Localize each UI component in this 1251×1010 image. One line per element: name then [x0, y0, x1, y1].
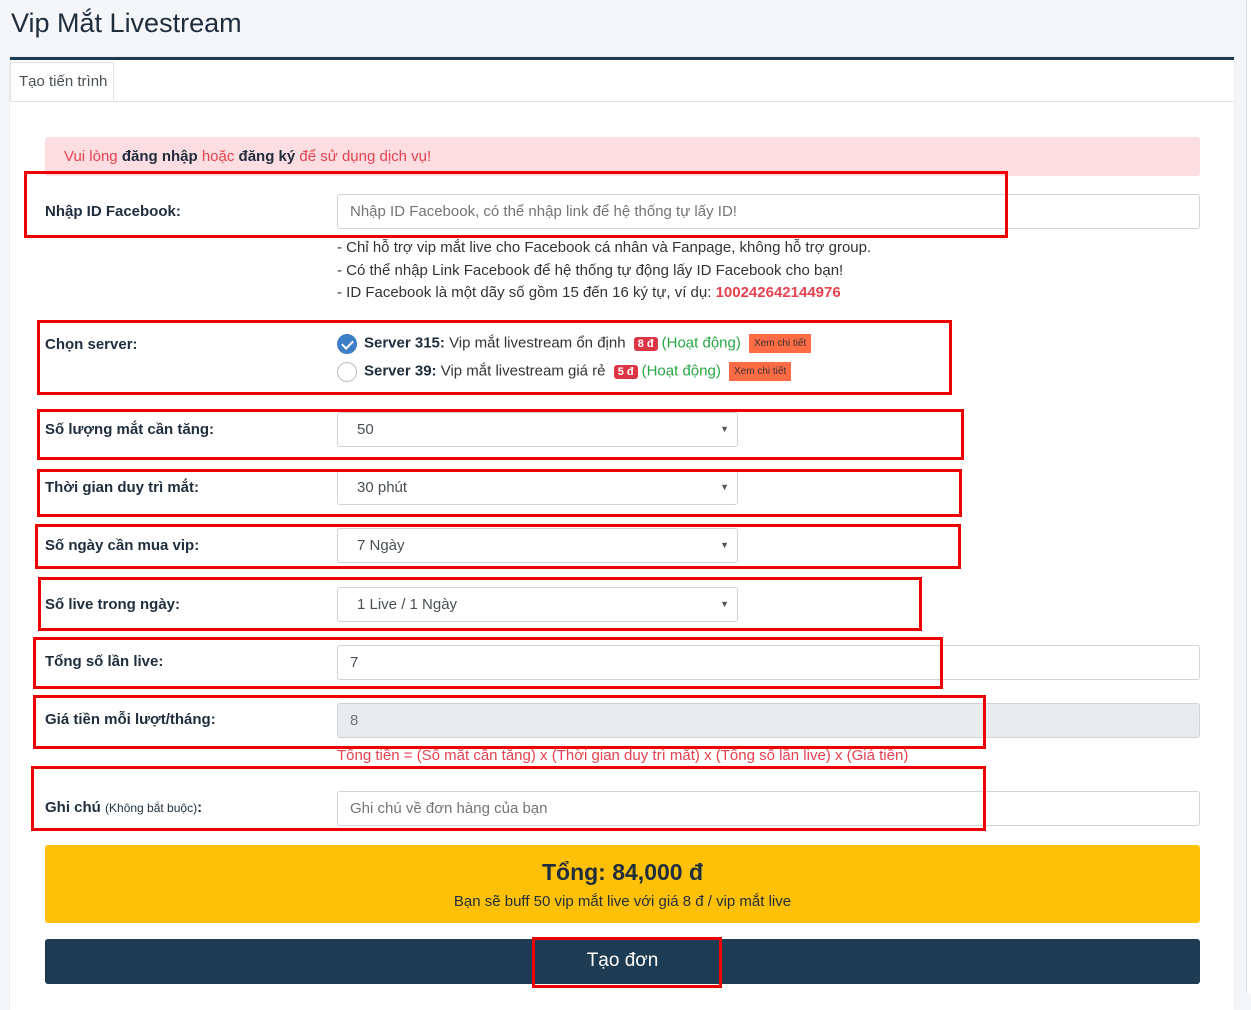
server-315-detail-button[interactable]: Xem chi tiết — [749, 334, 812, 353]
server-label: Chọn server: — [45, 336, 138, 353]
login-alert: Vui lòng đăng nhập hoặc đăng ký để sử dụ… — [45, 137, 1200, 176]
alert-text-3: để sử dụng dịch vụ! — [295, 148, 432, 165]
total-lives-input[interactable]: 7 — [337, 645, 1200, 680]
facebook-note-2: - Có thể nhập Link Facebook để hệ thống … — [337, 262, 844, 279]
login-link[interactable]: đăng nhập — [122, 148, 198, 165]
live-per-day-select[interactable]: 1 Live / 1 Ngày ▼ — [337, 587, 738, 622]
note-label: Ghi chú (Không bắt buộc): — [45, 799, 202, 816]
server-315-status: (Hoạt động) — [661, 334, 741, 352]
quantity-select[interactable]: 50 ▼ — [337, 412, 738, 447]
vip-days-label: Số ngày cần mua vip: — [45, 537, 200, 554]
duration-value: 30 phút — [357, 479, 408, 496]
server-315-desc: Vip mắt livestream ổn định — [444, 334, 626, 352]
quantity-value: 50 — [357, 421, 374, 438]
server-315-name: Server 315: — [364, 334, 445, 352]
chevron-down-icon: ▼ — [720, 540, 729, 550]
facebook-note-3-text: - ID Facebook là một dãy số gồm 15 đến 1… — [337, 284, 716, 301]
server-39-desc: Vip mắt livestream giá rẻ — [436, 362, 606, 380]
page-title: Vip Mắt Livestream — [11, 8, 242, 38]
server-39-name: Server 39: — [364, 362, 437, 380]
total-amount: Tổng: 84,000 đ — [541, 859, 704, 885]
facebook-id-example: 100242642144976 — [715, 284, 841, 301]
server-39-radio[interactable] — [337, 362, 357, 382]
note-input[interactable] — [337, 791, 1200, 826]
tab-create-process[interactable]: Tạo tiến trình — [10, 62, 114, 101]
server-39-price-badge: 5 đ — [613, 365, 638, 380]
alert-text-1: Vui lòng — [64, 148, 122, 165]
live-per-day-label: Số live trong ngày: — [45, 596, 181, 613]
total-description: Bạn sẽ buff 50 vip mắt live với giá 8 đ … — [453, 893, 792, 910]
chevron-down-icon: ▼ — [720, 424, 729, 434]
server-315-price-badge: 8 đ — [633, 337, 658, 352]
server-39-option[interactable]: Server 39: Vip mắt livestream giá rẻ 5 đ… — [364, 362, 792, 381]
server-315-radio[interactable] — [337, 334, 357, 354]
price-formula: Tổng tiền = (Số mắt cần tăng) x (Thời gi… — [337, 747, 909, 764]
facebook-note-1: - Chỉ hỗ trợ vip mắt live cho Facebook c… — [337, 239, 872, 256]
register-link[interactable]: đăng ký — [239, 148, 296, 165]
server-315-option[interactable]: Server 315: Vip mắt livestream ổn định 8… — [364, 334, 812, 353]
note-label-colon: : — [197, 799, 203, 816]
vip-days-select[interactable]: 7 Ngày ▼ — [337, 528, 738, 563]
note-label-text: Ghi chú — [45, 799, 101, 816]
tab-bar: Tạo tiến trình — [10, 60, 1234, 102]
server-39-status: (Hoạt động) — [641, 362, 721, 380]
right-scroll-strip — [1246, 0, 1251, 994]
note-label-optional: (Không bắt buộc) — [105, 801, 198, 815]
facebook-note-3: - ID Facebook là một dãy số gồm 15 đến 1… — [337, 284, 841, 301]
live-per-day-value: 1 Live / 1 Ngày — [357, 596, 458, 613]
create-order-button[interactable]: Tạo đơn — [45, 939, 1200, 984]
price-per-label: Giá tiền mỗi lượt/tháng: — [45, 711, 216, 728]
chevron-down-icon: ▼ — [720, 482, 729, 492]
total-lives-label: Tổng số lần live: — [45, 653, 164, 670]
alert-text-2: hoặc — [197, 148, 239, 165]
duration-select[interactable]: 30 phút ▼ — [337, 470, 738, 505]
total-summary-box: Tổng: 84,000 đ Bạn sẽ buff 50 vip mắt li… — [45, 845, 1200, 923]
chevron-down-icon: ▼ — [720, 599, 729, 609]
duration-label: Thời gian duy trì mắt: — [45, 479, 199, 496]
facebook-id-label: Nhập ID Facebook: — [45, 203, 181, 220]
facebook-id-input[interactable] — [337, 194, 1200, 229]
vip-days-value: 7 Ngày — [357, 537, 405, 554]
price-per-input: 8 — [337, 703, 1200, 738]
server-39-detail-button[interactable]: Xem chi tiết — [729, 362, 792, 381]
quantity-label: Số lượng mắt cần tăng: — [45, 421, 215, 438]
